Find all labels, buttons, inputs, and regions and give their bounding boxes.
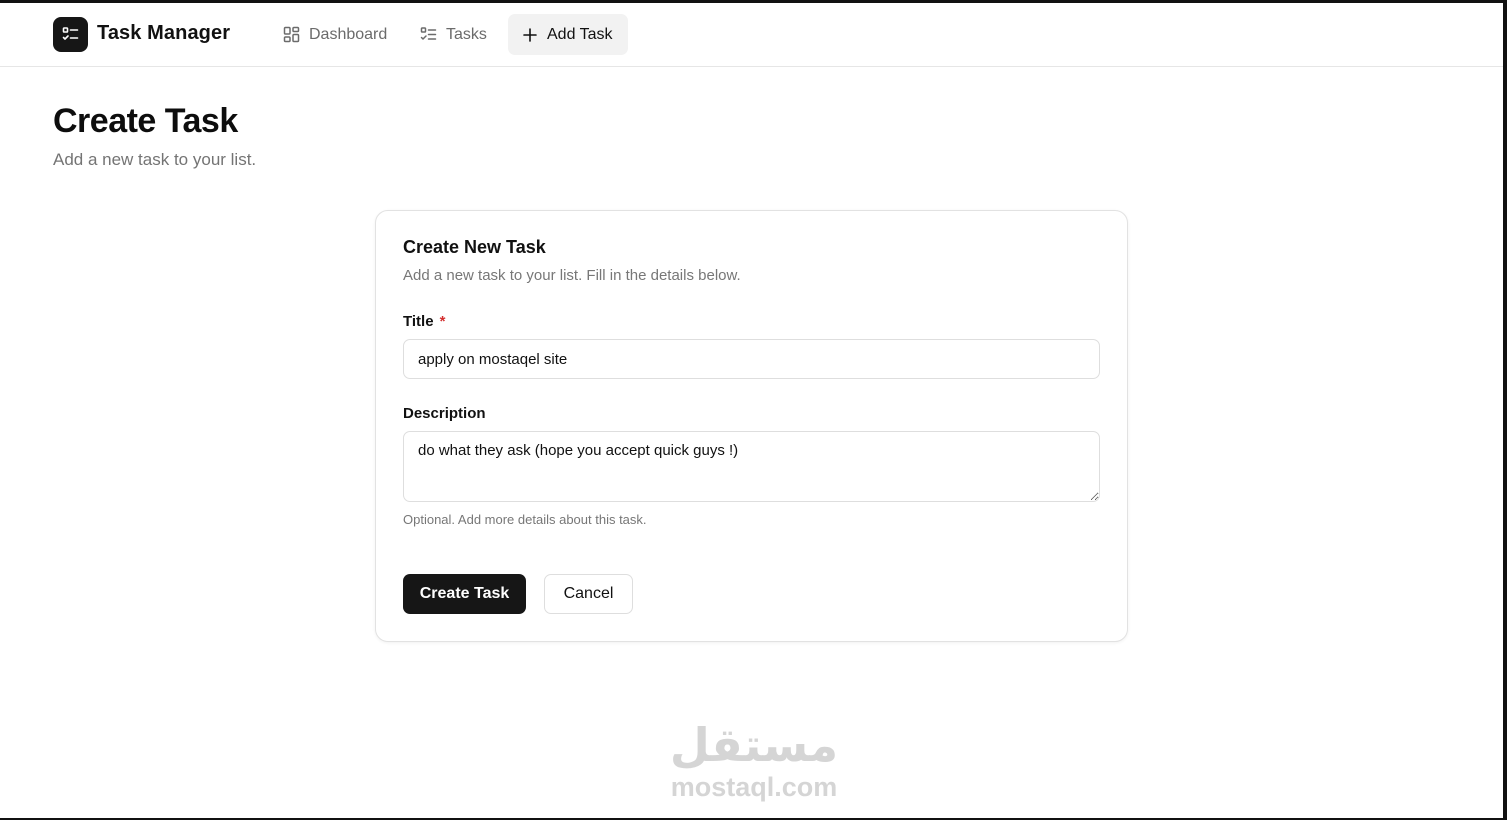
title-field-label: Title *: [403, 313, 445, 330]
description-helper-text: Optional. Add more details about this ta…: [403, 512, 647, 527]
list-check-icon: [62, 27, 79, 40]
list-icon: [420, 27, 437, 40]
plus-icon: [523, 27, 537, 42]
create-task-button[interactable]: Create Task: [403, 574, 526, 614]
nav-add-task[interactable]: Add Task: [508, 14, 628, 55]
nav-tasks-label: Tasks: [446, 25, 487, 43]
description-textarea[interactable]: do what they ask (hope you accept quick …: [403, 431, 1100, 502]
nav-dashboard[interactable]: Dashboard: [269, 14, 401, 55]
card-description: Add a new task to your list. Fill in the…: [403, 267, 741, 284]
title-input[interactable]: [403, 339, 1100, 379]
page-title: Create Task: [53, 102, 238, 140]
required-indicator: *: [439, 313, 446, 330]
nav-add-task-label: Add Task: [547, 25, 613, 43]
description-field-label: Description: [403, 405, 486, 422]
nav-tasks[interactable]: Tasks: [406, 14, 501, 55]
title-label-text: Title: [403, 313, 434, 330]
app-logo[interactable]: [53, 17, 88, 52]
page-subtitle: Add a new task to your list.: [53, 150, 257, 169]
top-navigation-bar: Task Manager Dashboard Tasks Add Task: [0, 3, 1503, 67]
card-title: Create New Task: [403, 237, 546, 257]
dashboard-grid-icon: [283, 26, 300, 43]
create-task-card: Create New Task Add a new task to your l…: [375, 210, 1128, 642]
app-title[interactable]: Task Manager: [97, 22, 230, 45]
cancel-button[interactable]: Cancel: [544, 574, 633, 614]
nav-dashboard-label: Dashboard: [309, 25, 388, 43]
